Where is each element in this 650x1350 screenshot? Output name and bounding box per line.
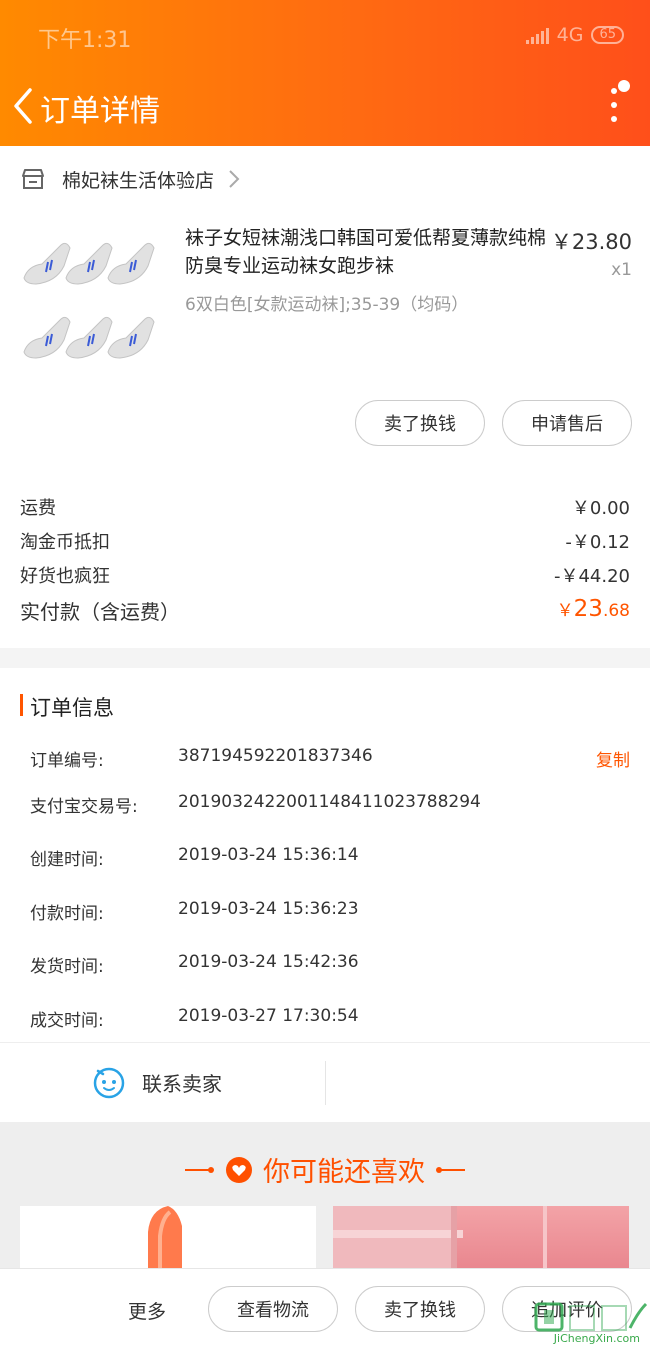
total-amount: ￥23.68	[557, 596, 630, 625]
chat-bubble-icon	[93, 1067, 125, 1099]
status-bar: 下午1:31 4G 65	[0, 0, 650, 70]
contact-seller-label: 联系卖家	[142, 1071, 222, 1096]
total-paid-row: 实付款（含运费） ￥23.68	[20, 596, 630, 625]
header: 下午1:31 4G 65 订单详情	[0, 0, 650, 146]
chevron-right-icon	[229, 170, 240, 188]
recommended-product-card[interactable]	[20, 1206, 316, 1268]
info-label: 发货时间:	[30, 957, 104, 977]
info-label: 付款时间:	[30, 904, 104, 924]
contact-seller-button[interactable]: 联系卖家	[92, 1065, 222, 1099]
info-value: 387194592201837346	[178, 746, 373, 766]
battery-icon: 65	[591, 26, 624, 44]
section-accent-bar	[20, 694, 23, 716]
total-minor: .68	[602, 601, 630, 621]
more-button[interactable]: 更多	[128, 1297, 166, 1324]
shop-name: 棉妃袜生活体验店	[62, 169, 215, 192]
fee-label: 好货也疯狂	[20, 566, 110, 587]
product-title[interactable]: 袜子女短袜潮浅口韩国可爱低帮夏薄款纯棉防臭专业运动袜女跑步袜	[185, 224, 550, 280]
info-label: 订单编号:	[30, 751, 104, 771]
fee-row-coin-deduction: 淘金币抵扣 -￥0.12	[20, 528, 630, 554]
fee-value: -￥0.12	[565, 532, 630, 553]
status-indicators: 4G 65	[525, 24, 624, 46]
view-logistics-button[interactable]: 查看物流	[208, 1286, 338, 1332]
info-value: 2019032422001148411023788294	[178, 792, 481, 812]
contact-bar: 联系卖家	[0, 1042, 650, 1122]
fee-label: 运费	[20, 498, 56, 519]
order-info-section: 订单信息 订单编号: 387194592201837346 复制 支付宝交易号:…	[0, 668, 650, 1042]
product-sku: 6双白色[女款运动袜];35-39（均码）	[185, 295, 469, 315]
more-menu-icon[interactable]	[604, 88, 624, 128]
divider	[325, 1061, 326, 1105]
product-image[interactable]	[20, 226, 166, 372]
shop-link[interactable]: 棉妃袜生活体验店	[20, 166, 240, 192]
info-value: 2019-03-27 17:30:54	[178, 1006, 359, 1026]
product-quantity: x1	[611, 260, 632, 280]
order-info-title: 订单信息	[30, 696, 114, 720]
recommendations-title: 你可能还喜欢	[263, 1157, 425, 1188]
fee-row-promotion: 好货也疯狂 -￥44.20	[20, 562, 630, 588]
shop-icon	[22, 169, 44, 189]
status-time: 下午1:31	[38, 28, 132, 53]
heart-icon	[226, 1156, 252, 1183]
info-value: 2019-03-24 15:36:14	[178, 845, 359, 865]
copy-button[interactable]: 复制	[596, 746, 630, 771]
info-label: 支付宝交易号:	[30, 797, 138, 817]
fee-value: -￥44.20	[553, 566, 630, 587]
sell-button[interactable]: 卖了换钱	[355, 1286, 485, 1332]
fee-value: ￥0.00	[571, 498, 630, 519]
total-currency: ￥	[556, 601, 574, 621]
fee-label: 淘金币抵扣	[20, 532, 110, 553]
page-title: 订单详情	[40, 94, 160, 129]
info-label: 创建时间:	[30, 850, 104, 870]
recommendations-section: 你可能还喜欢	[0, 1122, 650, 1268]
network-label: 4G	[556, 24, 584, 46]
info-value: 2019-03-24 15:36:23	[178, 899, 359, 919]
signal-icon	[525, 26, 549, 44]
info-value: 2019-03-24 15:42:36	[178, 952, 359, 972]
after-sale-button[interactable]: 申请售后	[502, 400, 632, 446]
lipstick-image	[148, 1206, 182, 1268]
product-image	[333, 1206, 547, 1268]
decor-line-left-icon	[185, 1166, 214, 1173]
product-price: ￥23.80	[550, 230, 632, 254]
recommendations-header: 你可能还喜欢	[0, 1150, 650, 1189]
fee-row-shipping: 运费 ￥0.00	[20, 494, 630, 520]
sell-item-button[interactable]: 卖了换钱	[355, 400, 485, 446]
watermark-text: JiChengXin.com	[553, 1332, 640, 1345]
decor-line-right-icon	[436, 1166, 465, 1173]
total-major: 23	[573, 596, 603, 622]
recommended-product-card[interactable]	[333, 1206, 629, 1268]
info-label: 成交时间:	[30, 1011, 104, 1031]
order-card: 棉妃袜生活体验店 袜子女短袜潮浅口韩国可爱低帮夏薄款纯棉防臭专业运动袜女跑步袜 …	[0, 146, 650, 648]
total-label: 实付款（含运费）	[20, 600, 180, 624]
back-icon[interactable]	[8, 84, 38, 128]
